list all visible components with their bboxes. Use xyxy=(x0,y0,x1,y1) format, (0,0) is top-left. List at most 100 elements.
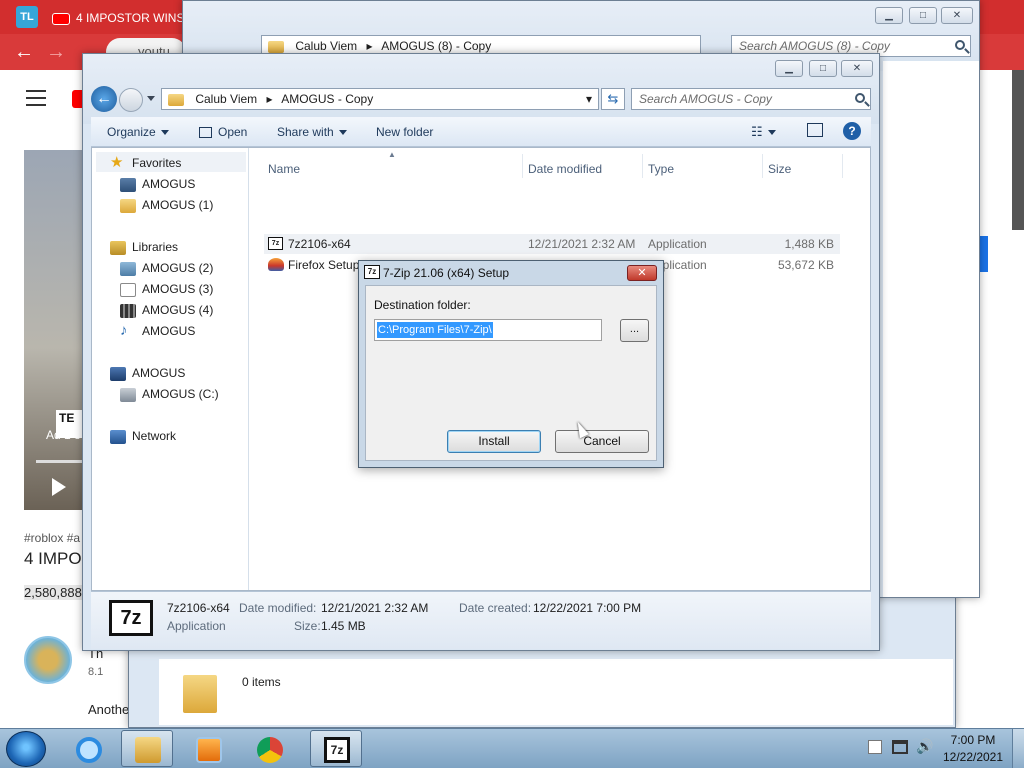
dialog-title: 7-Zip 21.06 (x64) Setup xyxy=(383,266,510,280)
new-folder-button[interactable]: New folder xyxy=(376,125,433,139)
nav-network[interactable]: Network xyxy=(110,429,176,444)
breadcrumb-item[interactable]: Calub Viem xyxy=(195,92,257,106)
network-tray-icon[interactable] xyxy=(892,740,908,754)
7zip-icon: 7z xyxy=(364,265,380,279)
browse-button[interactable]: ... xyxy=(620,319,649,342)
breadcrumb-item[interactable]: Calub Viem xyxy=(295,39,357,53)
browser-scrollbar[interactable] xyxy=(1012,70,1024,230)
nav-lib-item[interactable]: AMOGUS (4) xyxy=(120,303,213,318)
menu-icon[interactable] xyxy=(26,90,46,106)
show-desktop-button[interactable] xyxy=(1012,729,1024,768)
taskbar-chrome[interactable] xyxy=(243,730,295,767)
clock-time[interactable]: 7:00 PM xyxy=(940,733,1006,747)
subscribe-button-edge[interactable] xyxy=(980,236,988,272)
video-title: 4 IMPO xyxy=(24,549,82,568)
network-icon xyxy=(110,429,126,444)
column-divider[interactable] xyxy=(642,154,643,178)
back-icon[interactable]: ← xyxy=(91,86,117,112)
address-bar[interactable]: Calub Viem ▸ AMOGUS - Copy ▾ xyxy=(161,88,599,110)
organize-label: Organize xyxy=(107,125,156,139)
details-size-label: Size: xyxy=(294,619,321,633)
details-type: Application xyxy=(167,619,226,633)
column-header-size[interactable]: Size xyxy=(768,162,791,176)
column-divider[interactable] xyxy=(522,154,523,178)
maximize-button[interactable]: □ xyxy=(809,60,837,77)
search-placeholder: Search AMOGUS (8) - Copy xyxy=(739,39,890,53)
address-dropdown-icon[interactable]: ▾ xyxy=(586,89,592,109)
nav-libraries-label: Libraries xyxy=(132,240,179,254)
nav-lib-item[interactable]: AMOGUS (3) xyxy=(120,282,213,297)
video-player[interactable] xyxy=(24,150,86,510)
nav-fav-item[interactable]: AMOGUS (1) xyxy=(120,198,213,213)
breadcrumb-arrow-icon[interactable]: ▸ xyxy=(267,92,273,106)
file-type: Application xyxy=(648,237,707,251)
search-icon[interactable] xyxy=(955,40,965,50)
browser-back-icon[interactable]: ← xyxy=(14,42,34,62)
destination-folder-label: Destination folder: xyxy=(374,298,471,312)
forward-icon[interactable] xyxy=(119,88,143,112)
open-button[interactable]: Open xyxy=(199,125,247,139)
chevron-down-icon xyxy=(767,130,776,136)
organize-button[interactable]: Organize xyxy=(107,125,169,139)
details-date-modified: 12/21/2021 2:32 AM xyxy=(321,601,429,615)
nav-computer-label: AMOGUS xyxy=(132,366,186,380)
channel-avatar[interactable] xyxy=(24,636,72,684)
open-label: Open xyxy=(218,125,248,139)
play-icon[interactable] xyxy=(52,478,66,496)
recent-pages-icon[interactable] xyxy=(147,96,155,101)
file-size: 53,672 KB xyxy=(777,258,834,272)
column-divider[interactable] xyxy=(842,154,843,178)
sort-ascending-icon: ▲ xyxy=(388,150,396,159)
video-views: 2,580,888 xyxy=(24,585,82,600)
details-file-name: 7z2106-x64 xyxy=(167,601,230,615)
browser-tab[interactable]: 4 IMPOSTOR WINS xyxy=(52,6,192,30)
video-hashtags[interactable]: #roblox #a xyxy=(24,531,80,545)
share-with-button[interactable]: Share with xyxy=(277,125,347,139)
close-button[interactable]: ✕ xyxy=(841,60,873,77)
minimize-button[interactable]: ▁ xyxy=(875,7,903,24)
chevron-down-icon xyxy=(338,130,347,136)
file-row[interactable]: 7z 7z2106-x64 12/21/2021 2:32 AM Applica… xyxy=(264,234,840,254)
breadcrumb-item[interactable]: AMOGUS - Copy xyxy=(281,92,373,106)
breadcrumb-item[interactable]: AMOGUS (8) - Copy xyxy=(381,39,491,53)
nav-favorites[interactable]: ★ Favorites xyxy=(110,153,181,171)
column-header-name[interactable]: Name xyxy=(268,162,300,176)
taskbar-internet-explorer[interactable] xyxy=(62,730,114,767)
column-divider[interactable] xyxy=(762,154,763,178)
start-button[interactable] xyxy=(6,731,46,767)
star-icon: ★ xyxy=(110,153,124,171)
dialog-close-button[interactable]: ✕ xyxy=(627,265,657,281)
destination-folder-input[interactable]: C:\Program Files\7-Zip\ xyxy=(374,319,602,341)
taskbar-7zip-setup[interactable]: 7z xyxy=(310,730,362,767)
install-button[interactable]: Install xyxy=(447,430,541,453)
action-center-icon[interactable] xyxy=(868,740,882,754)
nav-drive[interactable]: AMOGUS (C:) xyxy=(120,387,219,402)
extension-badge[interactable]: TL xyxy=(16,6,38,28)
preview-pane-icon[interactable] xyxy=(807,123,823,137)
minimize-button[interactable]: ▁ xyxy=(775,60,803,77)
search-icon[interactable] xyxy=(855,93,865,103)
video-progress-bar[interactable] xyxy=(36,460,86,463)
cancel-button[interactable]: Cancel xyxy=(555,430,649,453)
file-date: 12/21/2021 2:32 AM xyxy=(528,237,636,251)
refresh-icon[interactable]: ⇆ xyxy=(601,88,625,110)
taskbar-file-explorer[interactable] xyxy=(121,730,173,767)
help-icon[interactable]: ? xyxy=(843,122,861,140)
clock-date[interactable]: 12/22/2021 xyxy=(940,750,1006,764)
nav-libraries[interactable]: Libraries xyxy=(110,240,178,255)
taskbar-media-player[interactable] xyxy=(182,730,234,767)
column-header-date[interactable]: Date modified xyxy=(528,162,602,176)
nav-lib-item[interactable]: AMOGUS (2) xyxy=(120,261,213,276)
browser-forward-icon[interactable]: → xyxy=(46,42,66,62)
close-button[interactable]: ✕ xyxy=(941,7,973,24)
volume-icon[interactable]: 🔊 xyxy=(916,738,933,755)
column-header-type[interactable]: Type xyxy=(648,162,674,176)
search-input[interactable]: Search AMOGUS - Copy xyxy=(631,88,871,110)
nav-item-label: AMOGUS xyxy=(142,177,196,191)
nav-fav-item[interactable]: AMOGUS xyxy=(120,177,195,192)
maximize-button[interactable]: □ xyxy=(909,7,937,24)
nav-lib-item[interactable]: ♪ AMOGUS xyxy=(120,323,195,339)
view-options-icon[interactable]: ☷ xyxy=(751,124,776,140)
nav-computer[interactable]: AMOGUS xyxy=(110,366,185,381)
breadcrumb-arrow-icon[interactable]: ▸ xyxy=(367,39,373,53)
